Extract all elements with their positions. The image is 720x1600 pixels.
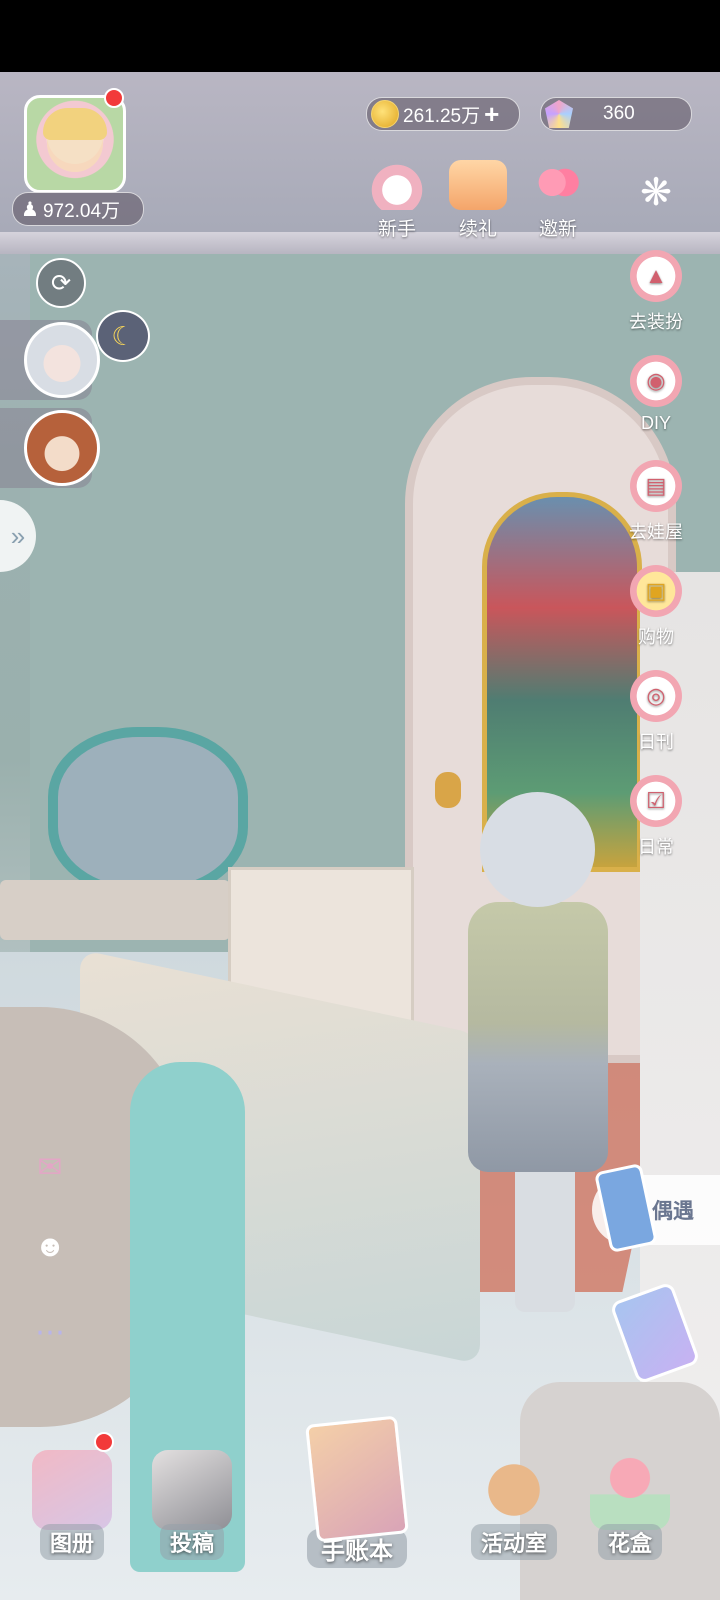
flower-settings-icon[interactable]: ❋: [636, 173, 676, 213]
bottom-btn-activity-room[interactable]: 活动室: [464, 1450, 564, 1560]
avatar-notification-dot: [104, 88, 124, 108]
character-legs: [515, 1162, 575, 1312]
top-btn-invite[interactable]: 邀新: [518, 160, 598, 241]
mail-icon[interactable]: ✉: [24, 1145, 76, 1189]
add-coins-icon[interactable]: +: [484, 99, 499, 130]
coin-amount: 261.25万: [403, 105, 481, 127]
side-btn-daily-label: 日常: [638, 837, 674, 857]
followers-count: 972.04万: [42, 200, 121, 222]
bottom-btn-flower-box[interactable]: 花盒: [580, 1450, 680, 1560]
game-scene[interactable]: [0, 72, 720, 1600]
character-slot-2[interactable]: [0, 408, 100, 488]
vanity-table: [0, 880, 230, 940]
album-icon: [32, 1450, 112, 1530]
side-btn-shopping-label: 购物: [638, 627, 674, 647]
friends-icon[interactable]: ☻: [24, 1225, 76, 1269]
side-btn-shopping[interactable]: ▣ 购物: [625, 565, 687, 649]
character-body[interactable]: [468, 902, 608, 1172]
top-btn-continue-gift-label: 续礼: [458, 219, 497, 240]
teddy-bear-icon: [474, 1450, 554, 1530]
gem-counter[interactable]: 360: [540, 97, 692, 131]
avatar-face: [43, 108, 107, 172]
hearts-icon: [529, 160, 587, 210]
side-btn-dollhouse[interactable]: ▤ 去娃屋: [625, 460, 687, 544]
shopping-bag-icon: ▣: [630, 565, 682, 617]
bunny-bath-icon: [368, 160, 426, 210]
player-avatar[interactable]: [24, 95, 126, 193]
film-clapper-icon: [152, 1450, 232, 1530]
bottom-btn-activity-room-label: 活动室: [470, 1524, 557, 1560]
side-btn-dressup[interactable]: ▲ 去装扮: [625, 250, 687, 334]
bottom-btn-album-label: 图册: [39, 1524, 104, 1560]
vanity-mirror: [48, 727, 248, 897]
side-btn-diy[interactable]: ◉ DIY: [625, 355, 687, 434]
gem-icon: [545, 100, 573, 128]
top-btn-invite-label: 邀新: [538, 219, 577, 240]
top-btn-newbie[interactable]: 新手: [357, 160, 437, 241]
character-slot-1[interactable]: [0, 320, 100, 400]
door-knob: [435, 772, 461, 808]
camera-icon: ◎: [630, 670, 682, 722]
encounter-label: 偶遇: [652, 1200, 694, 1223]
bottom-btn-album[interactable]: 图册: [22, 1450, 122, 1560]
side-btn-daily-news-label: 日刊: [638, 732, 674, 752]
character-portrait-2: [24, 410, 100, 486]
album-notification-dot: [94, 1432, 114, 1452]
palette-icon: ◉: [630, 355, 682, 407]
flower-box-icon: [590, 1450, 670, 1530]
encounter-button[interactable]: 偶遇: [592, 1162, 720, 1254]
top-btn-continue-gift[interactable]: 续礼: [438, 160, 518, 241]
cabinet-icon: ▤: [630, 460, 682, 512]
side-btn-diy-label: DIY: [640, 413, 671, 433]
followers-badge: ♟ 972.04万: [12, 192, 144, 226]
sleep-moon-icon[interactable]: ☾: [96, 310, 150, 362]
gem-amount: 360: [603, 103, 635, 124]
character-portrait-1: [24, 322, 100, 398]
character-head[interactable]: [480, 792, 595, 907]
clipboard-icon: ☑: [630, 775, 682, 827]
journal-book-icon: [305, 1415, 409, 1543]
coin-counter[interactable]: 261.25万 +: [366, 97, 520, 131]
bottom-btn-journal[interactable]: 手账本: [292, 1415, 422, 1568]
person-icon: ♟: [21, 198, 39, 221]
tv-gift-icon: [449, 160, 507, 210]
bottom-btn-submit[interactable]: 投稿: [142, 1450, 242, 1560]
side-btn-daily-news[interactable]: ◎ 日刊: [625, 670, 687, 754]
bottom-btn-submit-label: 投稿: [159, 1524, 224, 1560]
side-btn-dollhouse-label: 去娃屋: [629, 522, 683, 542]
bottom-btn-flower-box-label: 花盒: [597, 1524, 662, 1560]
rotate-icon[interactable]: ⟳: [36, 258, 86, 308]
top-btn-newbie-label: 新手: [377, 219, 416, 240]
coin-icon: [371, 100, 399, 128]
side-btn-daily[interactable]: ☑ 日常: [625, 775, 687, 859]
shirt-icon: ▲: [630, 250, 682, 302]
side-btn-dressup-label: 去装扮: [629, 312, 683, 332]
chat-icon[interactable]: ⋯: [24, 1310, 76, 1354]
status-bar: [0, 0, 720, 72]
